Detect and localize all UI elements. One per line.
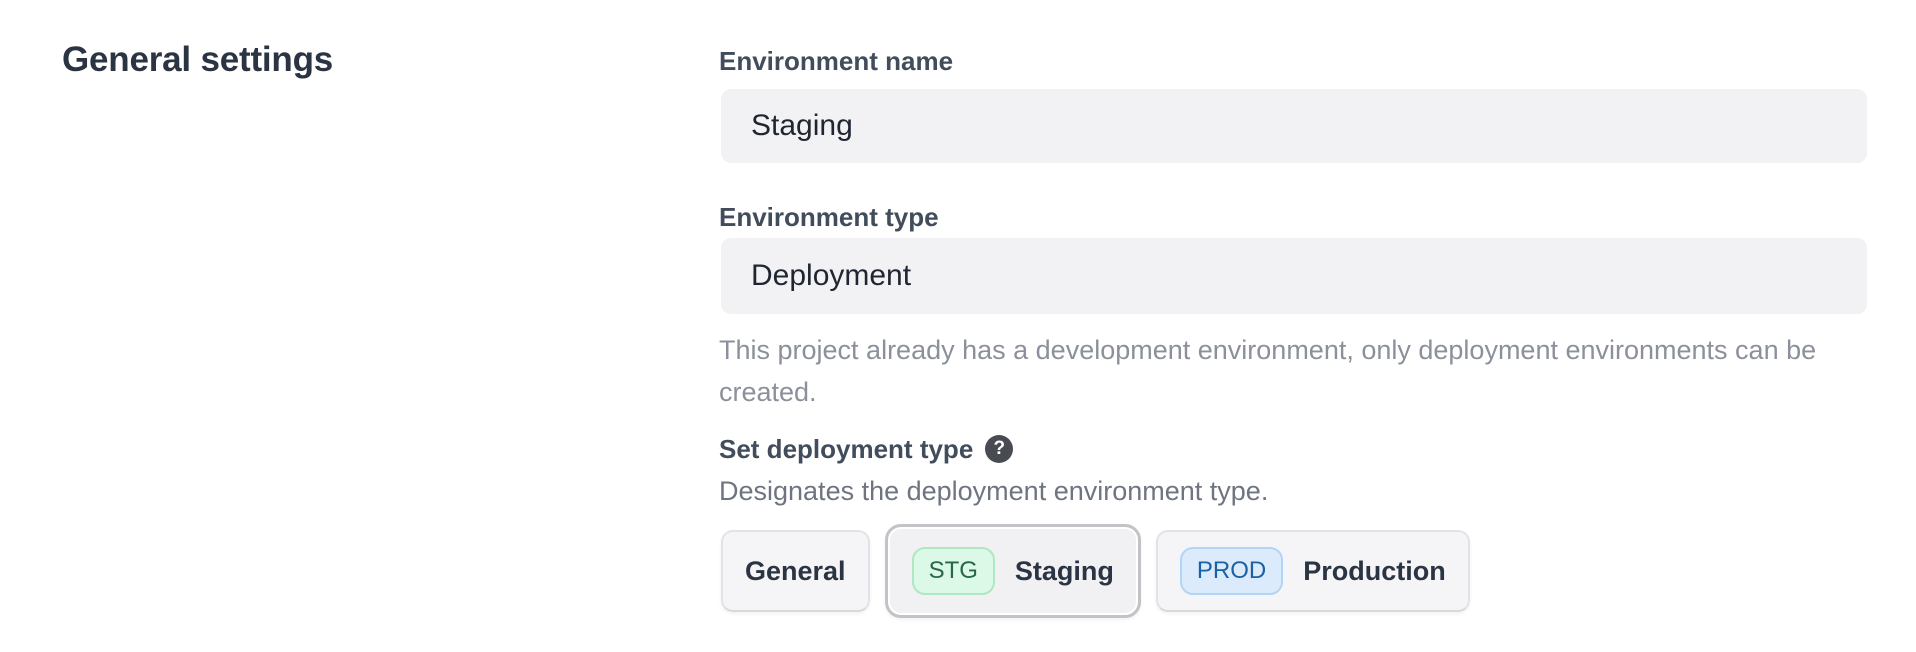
production-badge: PROD	[1180, 547, 1283, 595]
page-title: General settings	[62, 40, 333, 80]
environment-type-help-text: This project already has a development e…	[719, 329, 1816, 413]
environment-name-label: Environment name	[719, 44, 953, 78]
settings-form: Environment name Environment type This p…	[719, 0, 1868, 652]
option-label: Production	[1303, 556, 1446, 587]
deployment-type-description: Designates the deployment environment ty…	[719, 476, 1268, 507]
deployment-type-label-row: Set deployment type ?	[719, 432, 1013, 466]
option-label: General	[745, 556, 846, 587]
deployment-type-option-staging[interactable]: STG Staging	[885, 524, 1141, 618]
question-mark-icon[interactable]: ?	[985, 435, 1013, 463]
environment-type-label: Environment type	[719, 200, 939, 234]
environment-name-input[interactable]	[721, 89, 1867, 163]
help-text-line: created.	[719, 371, 1816, 413]
environment-type-input[interactable]	[721, 238, 1867, 314]
deployment-type-option-general[interactable]: General	[721, 530, 870, 612]
staging-badge: STG	[912, 547, 995, 595]
help-text-line: This project already has a development e…	[719, 329, 1816, 371]
deployment-type-options: General STG Staging PROD Production	[721, 524, 1470, 618]
deployment-type-label: Set deployment type	[719, 432, 973, 466]
option-label: Staging	[1015, 556, 1114, 587]
deployment-type-option-production[interactable]: PROD Production	[1156, 530, 1470, 612]
